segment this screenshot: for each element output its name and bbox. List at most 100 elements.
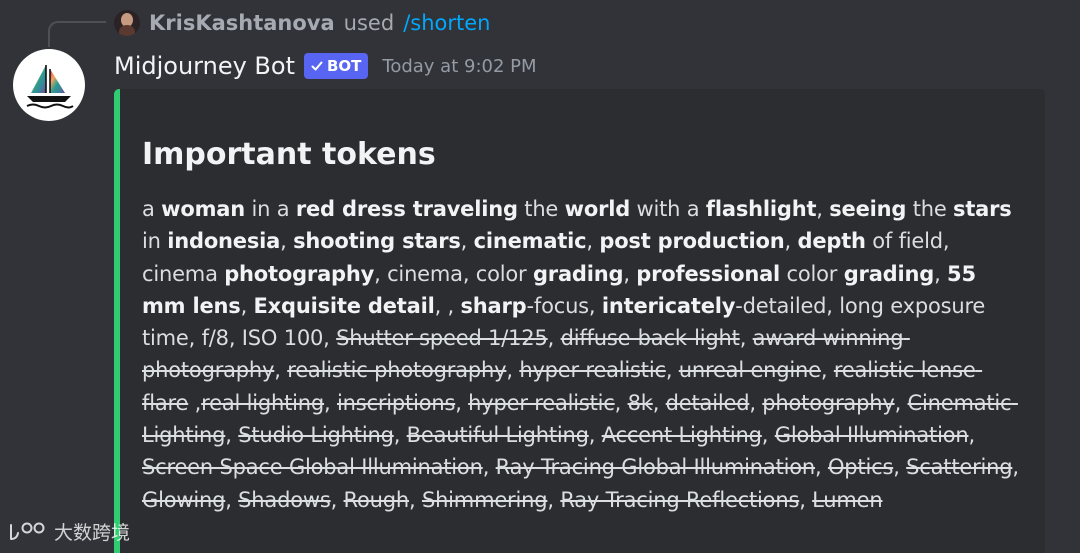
- token-text: ,: [739, 326, 753, 351]
- token-text: ,: [799, 487, 813, 512]
- token-text: ,: [225, 487, 239, 512]
- message-embed: Important tokens a woman in a red dress …: [114, 89, 1045, 553]
- watermark-text: 大数跨境: [54, 522, 131, 544]
- token-text: ,: [934, 261, 948, 286]
- removed-token: Shadows: [238, 487, 331, 512]
- token-text: ,: [460, 229, 474, 254]
- removed-token: Accent Lighting: [601, 423, 762, 448]
- token-text: ,: [815, 455, 828, 480]
- important-token: cinematic: [473, 229, 587, 254]
- token-text: ,: [761, 423, 775, 448]
- bot-tag-label: BOT: [326, 57, 362, 75]
- discord-message-view: KrisKashtanova used /shorten Midjourney …: [0, 0, 1080, 553]
- reply-user-avatar[interactable]: [114, 10, 140, 36]
- message-header: Midjourney Bot BOT Today at 9:02 PM: [114, 48, 537, 84]
- token-text: ,: [820, 358, 834, 383]
- token-text: , ,: [434, 293, 461, 318]
- removed-token: Global Illumination: [774, 423, 969, 448]
- removed-token: Lumen: [812, 487, 883, 512]
- removed-token: Studio Lighting: [238, 423, 394, 448]
- reply-username[interactable]: KrisKashtanova: [149, 11, 335, 35]
- token-text: a: [142, 197, 162, 221]
- token-text: ,: [274, 358, 288, 383]
- removed-token: hyper realistic: [519, 358, 666, 383]
- important-token: indonesia: [167, 229, 281, 254]
- token-text: ,: [749, 390, 763, 415]
- token-text: ,: [968, 423, 982, 448]
- token-text: -focus,: [526, 293, 602, 318]
- reply-verb: used: [343, 11, 395, 35]
- important-token: post production: [599, 229, 785, 254]
- important-token: photography: [224, 261, 375, 286]
- author-name[interactable]: Midjourney Bot: [114, 52, 295, 80]
- token-text: ,: [588, 423, 602, 448]
- token-text: ,: [1012, 455, 1026, 480]
- reply-context[interactable]: KrisKashtanova used /shorten: [114, 7, 490, 39]
- removed-token: Shimmering: [421, 487, 548, 512]
- message-timestamp[interactable]: Today at 9:02 PM: [382, 56, 536, 77]
- removed-token: Optics: [827, 455, 894, 480]
- important-token: shooting stars: [293, 229, 461, 254]
- important-token: intericately: [601, 293, 736, 318]
- token-text: ,: [506, 358, 520, 383]
- token-text: ,: [547, 487, 561, 512]
- token-text: color: [780, 261, 844, 286]
- midjourney-sailboat-icon: [26, 65, 74, 109]
- removed-token: Screen Space Global Illumination: [142, 455, 483, 480]
- bot-tag: BOT: [303, 53, 369, 79]
- removed-token: Ray Tracing Global Illumination: [495, 455, 816, 480]
- token-text: with a: [630, 197, 706, 221]
- important-token: flashlight: [705, 197, 817, 221]
- removed-token: Shutter speed 1/125: [336, 326, 548, 351]
- token-text: the: [517, 197, 565, 221]
- removed-token: 8k: [627, 390, 653, 415]
- important-token: sharp: [460, 293, 527, 318]
- token-text: ,: [893, 455, 907, 480]
- watermark-logo-icon: [10, 522, 45, 540]
- token-text: ,: [393, 423, 407, 448]
- token-text: ,: [816, 197, 830, 221]
- important-token: depth: [797, 229, 866, 254]
- removed-token: photography: [762, 390, 895, 415]
- token-text: ,: [324, 390, 337, 415]
- important-token: red dress traveling: [295, 197, 518, 221]
- token-text: ,: [623, 261, 637, 286]
- token-text: ,: [330, 487, 344, 512]
- removed-token: Rough: [343, 487, 410, 512]
- removed-token: detailed: [665, 390, 750, 415]
- removed-token: diffuse-back-light: [560, 326, 740, 351]
- token-text: ,: [614, 390, 628, 415]
- removed-token: real lighting: [201, 390, 325, 415]
- token-text: ,: [665, 358, 679, 383]
- token-text: ,: [280, 229, 294, 254]
- important-token: stars: [953, 197, 1012, 221]
- token-text: ,: [455, 390, 469, 415]
- token-text: the: [906, 197, 954, 221]
- token-text: ,: [894, 390, 908, 415]
- important-token: woman: [161, 197, 245, 221]
- removed-token: Beautiful Lighting: [406, 423, 589, 448]
- token-text: ,: [652, 390, 666, 415]
- token-text: ,: [188, 390, 202, 415]
- token-text: ,: [586, 229, 600, 254]
- token-text: ,: [225, 423, 239, 448]
- removed-token: unreal engine: [678, 358, 821, 383]
- removed-token: inscriptions: [337, 390, 456, 415]
- bot-avatar[interactable]: [13, 49, 85, 121]
- reply-connector: [48, 21, 106, 47]
- token-text: ,: [240, 293, 254, 318]
- removed-token: Ray Tracing Reflections: [560, 487, 800, 512]
- important-token: world: [564, 197, 631, 221]
- token-text: in a: [245, 197, 296, 221]
- important-token: Exquisite detail: [253, 293, 435, 318]
- watermark: 大数跨境: [8, 518, 130, 545]
- removed-token: Scattering: [906, 455, 1013, 480]
- token-text: ,: [408, 487, 422, 512]
- important-token: grading: [532, 261, 624, 286]
- embed-description: a woman in a red dress traveling the wor…: [142, 193, 1022, 516]
- reply-command[interactable]: /shorten: [403, 11, 490, 35]
- token-text: , cinema, color: [374, 261, 533, 286]
- important-token: professional: [636, 261, 781, 286]
- removed-token: Glowing: [142, 487, 226, 512]
- removed-token: realistic photography: [287, 358, 507, 383]
